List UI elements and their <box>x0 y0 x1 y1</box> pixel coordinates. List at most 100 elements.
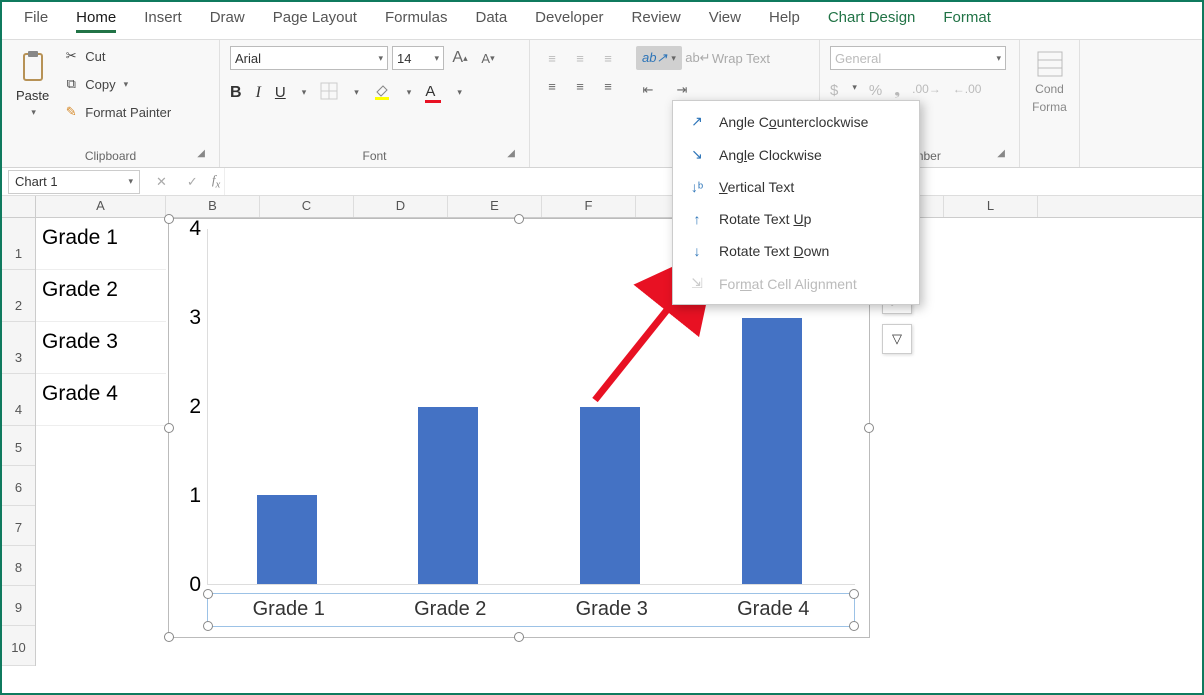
dialog-launcher-icon[interactable]: ◢ <box>507 148 515 159</box>
menu-rotate-down[interactable]: ↓Rotate Text Down <box>673 235 919 267</box>
axis-handle[interactable] <box>203 621 213 631</box>
number-format-combo[interactable]: General▾ <box>830 46 1006 70</box>
cancel-formula-icon[interactable]: ✕ <box>146 174 177 190</box>
conditional-formatting-icon <box>1036 50 1064 78</box>
chart-y-axis[interactable]: 01234 <box>175 229 205 585</box>
increase-font-icon[interactable]: A▴ <box>448 46 472 70</box>
y-tick-label: 4 <box>189 217 201 241</box>
dialog-launcher-icon[interactable]: ◢ <box>197 148 205 159</box>
align-bottom-icon[interactable]: ≡ <box>596 46 620 70</box>
tab-pagelayout[interactable]: Page Layout <box>273 9 357 33</box>
row-header[interactable]: 8 <box>2 546 35 586</box>
row-header[interactable]: 6 <box>2 466 35 506</box>
align-right-icon[interactable]: ≡ <box>596 74 620 98</box>
column-header[interactable]: E <box>448 196 542 217</box>
cell[interactable]: Grade 1 <box>36 218 166 270</box>
x-tick-label: Grade 2 <box>370 594 532 626</box>
column-header[interactable]: D <box>354 196 448 217</box>
align-center-icon[interactable]: ≡ <box>568 74 592 98</box>
font-color-button[interactable]: A <box>425 83 441 103</box>
row-header[interactable]: 5 <box>2 426 35 466</box>
tab-chartdesign[interactable]: Chart Design <box>828 9 916 33</box>
column-header[interactable]: C <box>260 196 354 217</box>
row-header[interactable]: 1 <box>2 218 35 270</box>
fill-color-button[interactable] <box>373 82 391 103</box>
chart-x-axis[interactable]: Grade 1Grade 2Grade 3Grade 4 <box>207 593 855 627</box>
chart-bar[interactable] <box>418 407 478 585</box>
menu-vertical-text[interactable]: ↓ᵇVertical Text <box>673 171 919 203</box>
orientation-button[interactable]: ab↗ ▾ <box>636 46 682 70</box>
axis-handle[interactable] <box>203 589 213 599</box>
underline-button[interactable]: U <box>275 84 286 101</box>
tab-developer[interactable]: Developer <box>535 9 603 33</box>
axis-handle[interactable] <box>849 589 859 599</box>
row-header[interactable]: 4 <box>2 374 35 426</box>
format-painter-button[interactable]: ✎Format Painter <box>61 102 173 122</box>
conditional-formatting-button[interactable]: Cond Forma <box>1030 46 1069 118</box>
cell[interactable]: Grade 3 <box>36 322 166 374</box>
align-left-icon[interactable]: ≡ <box>540 74 564 98</box>
fx-icon[interactable]: fx <box>208 172 224 191</box>
copy-button[interactable]: ⧉Copy▾ <box>61 74 173 94</box>
bold-button[interactable]: B <box>230 84 242 102</box>
align-top-icon[interactable]: ≡ <box>540 46 564 70</box>
row-header[interactable]: 7 <box>2 506 35 546</box>
name-box[interactable]: Chart 1▾ <box>8 170 140 194</box>
menu-angle-ccw[interactable]: ↗Angle Counterclockwise <box>673 105 919 138</box>
decrease-font-icon[interactable]: A▾ <box>476 46 500 70</box>
row-header[interactable]: 2 <box>2 270 35 322</box>
paste-button[interactable]: Paste ▾ <box>12 46 53 122</box>
comma-button[interactable]: ❟ <box>894 82 900 99</box>
copy-icon: ⧉ <box>63 76 79 92</box>
column-header[interactable]: B <box>166 196 260 217</box>
column-header[interactable]: A <box>36 196 166 217</box>
italic-button[interactable]: I <box>256 84 261 102</box>
tab-draw[interactable]: Draw <box>210 9 245 33</box>
font-name-combo[interactable]: Arial▾ <box>230 46 388 70</box>
enter-formula-icon[interactable]: ✓ <box>177 174 208 190</box>
tab-formulas[interactable]: Formulas <box>385 9 448 33</box>
borders-button[interactable] <box>320 82 338 103</box>
row-header[interactable]: 10 <box>2 626 35 666</box>
tab-review[interactable]: Review <box>632 9 681 33</box>
tab-view[interactable]: View <box>709 9 741 33</box>
chart-filters-button[interactable]: ▽ <box>882 324 912 354</box>
resize-handle[interactable] <box>864 423 874 433</box>
tab-insert[interactable]: Insert <box>144 9 182 33</box>
resize-handle[interactable] <box>514 632 524 642</box>
tab-data[interactable]: Data <box>475 9 507 33</box>
row-header[interactable]: 9 <box>2 586 35 626</box>
worksheet-grid[interactable]: Grade 1Grade 2Grade 3Grade 4 01234 <box>36 218 1202 666</box>
tab-format[interactable]: Format <box>943 9 991 33</box>
resize-handle[interactable] <box>514 214 524 224</box>
menu-angle-cw[interactable]: ↘Angle Clockwise <box>673 138 919 171</box>
dialog-launcher-icon[interactable]: ◢ <box>997 148 1005 159</box>
increase-indent-icon[interactable]: ⇥ <box>670 78 694 102</box>
decrease-indent-icon[interactable]: ⇤ <box>636 78 660 102</box>
resize-handle[interactable] <box>164 423 174 433</box>
column-header[interactable]: L <box>944 196 1038 217</box>
align-middle-icon[interactable]: ≡ <box>568 46 592 70</box>
axis-handle[interactable] <box>849 621 859 631</box>
select-all-corner[interactable] <box>2 196 36 218</box>
decrease-decimal-button[interactable]: ←.00 <box>953 82 982 99</box>
currency-button[interactable]: $ <box>830 82 838 99</box>
tab-help[interactable]: Help <box>769 9 800 33</box>
resize-handle[interactable] <box>164 214 174 224</box>
column-header[interactable]: F <box>542 196 636 217</box>
cut-button[interactable]: ✂Cut <box>61 46 173 66</box>
wrap-text-button[interactable]: ab↵Wrap Text <box>688 48 772 68</box>
tab-home[interactable]: Home <box>76 9 116 33</box>
chart-bar[interactable] <box>257 495 317 584</box>
percent-button[interactable]: % <box>869 82 882 99</box>
cell[interactable]: Grade 2 <box>36 270 166 322</box>
font-size-combo[interactable]: 14▾ <box>392 46 444 70</box>
cell[interactable]: Grade 4 <box>36 374 166 426</box>
resize-handle[interactable] <box>164 632 174 642</box>
menu-rotate-up[interactable]: ↑Rotate Text Up <box>673 203 919 235</box>
chart-bar[interactable] <box>580 407 640 585</box>
increase-decimal-button[interactable]: .00→ <box>912 82 941 99</box>
row-header[interactable]: 3 <box>2 322 35 374</box>
tab-file[interactable]: File <box>24 9 48 33</box>
chart-bar[interactable] <box>742 318 802 584</box>
